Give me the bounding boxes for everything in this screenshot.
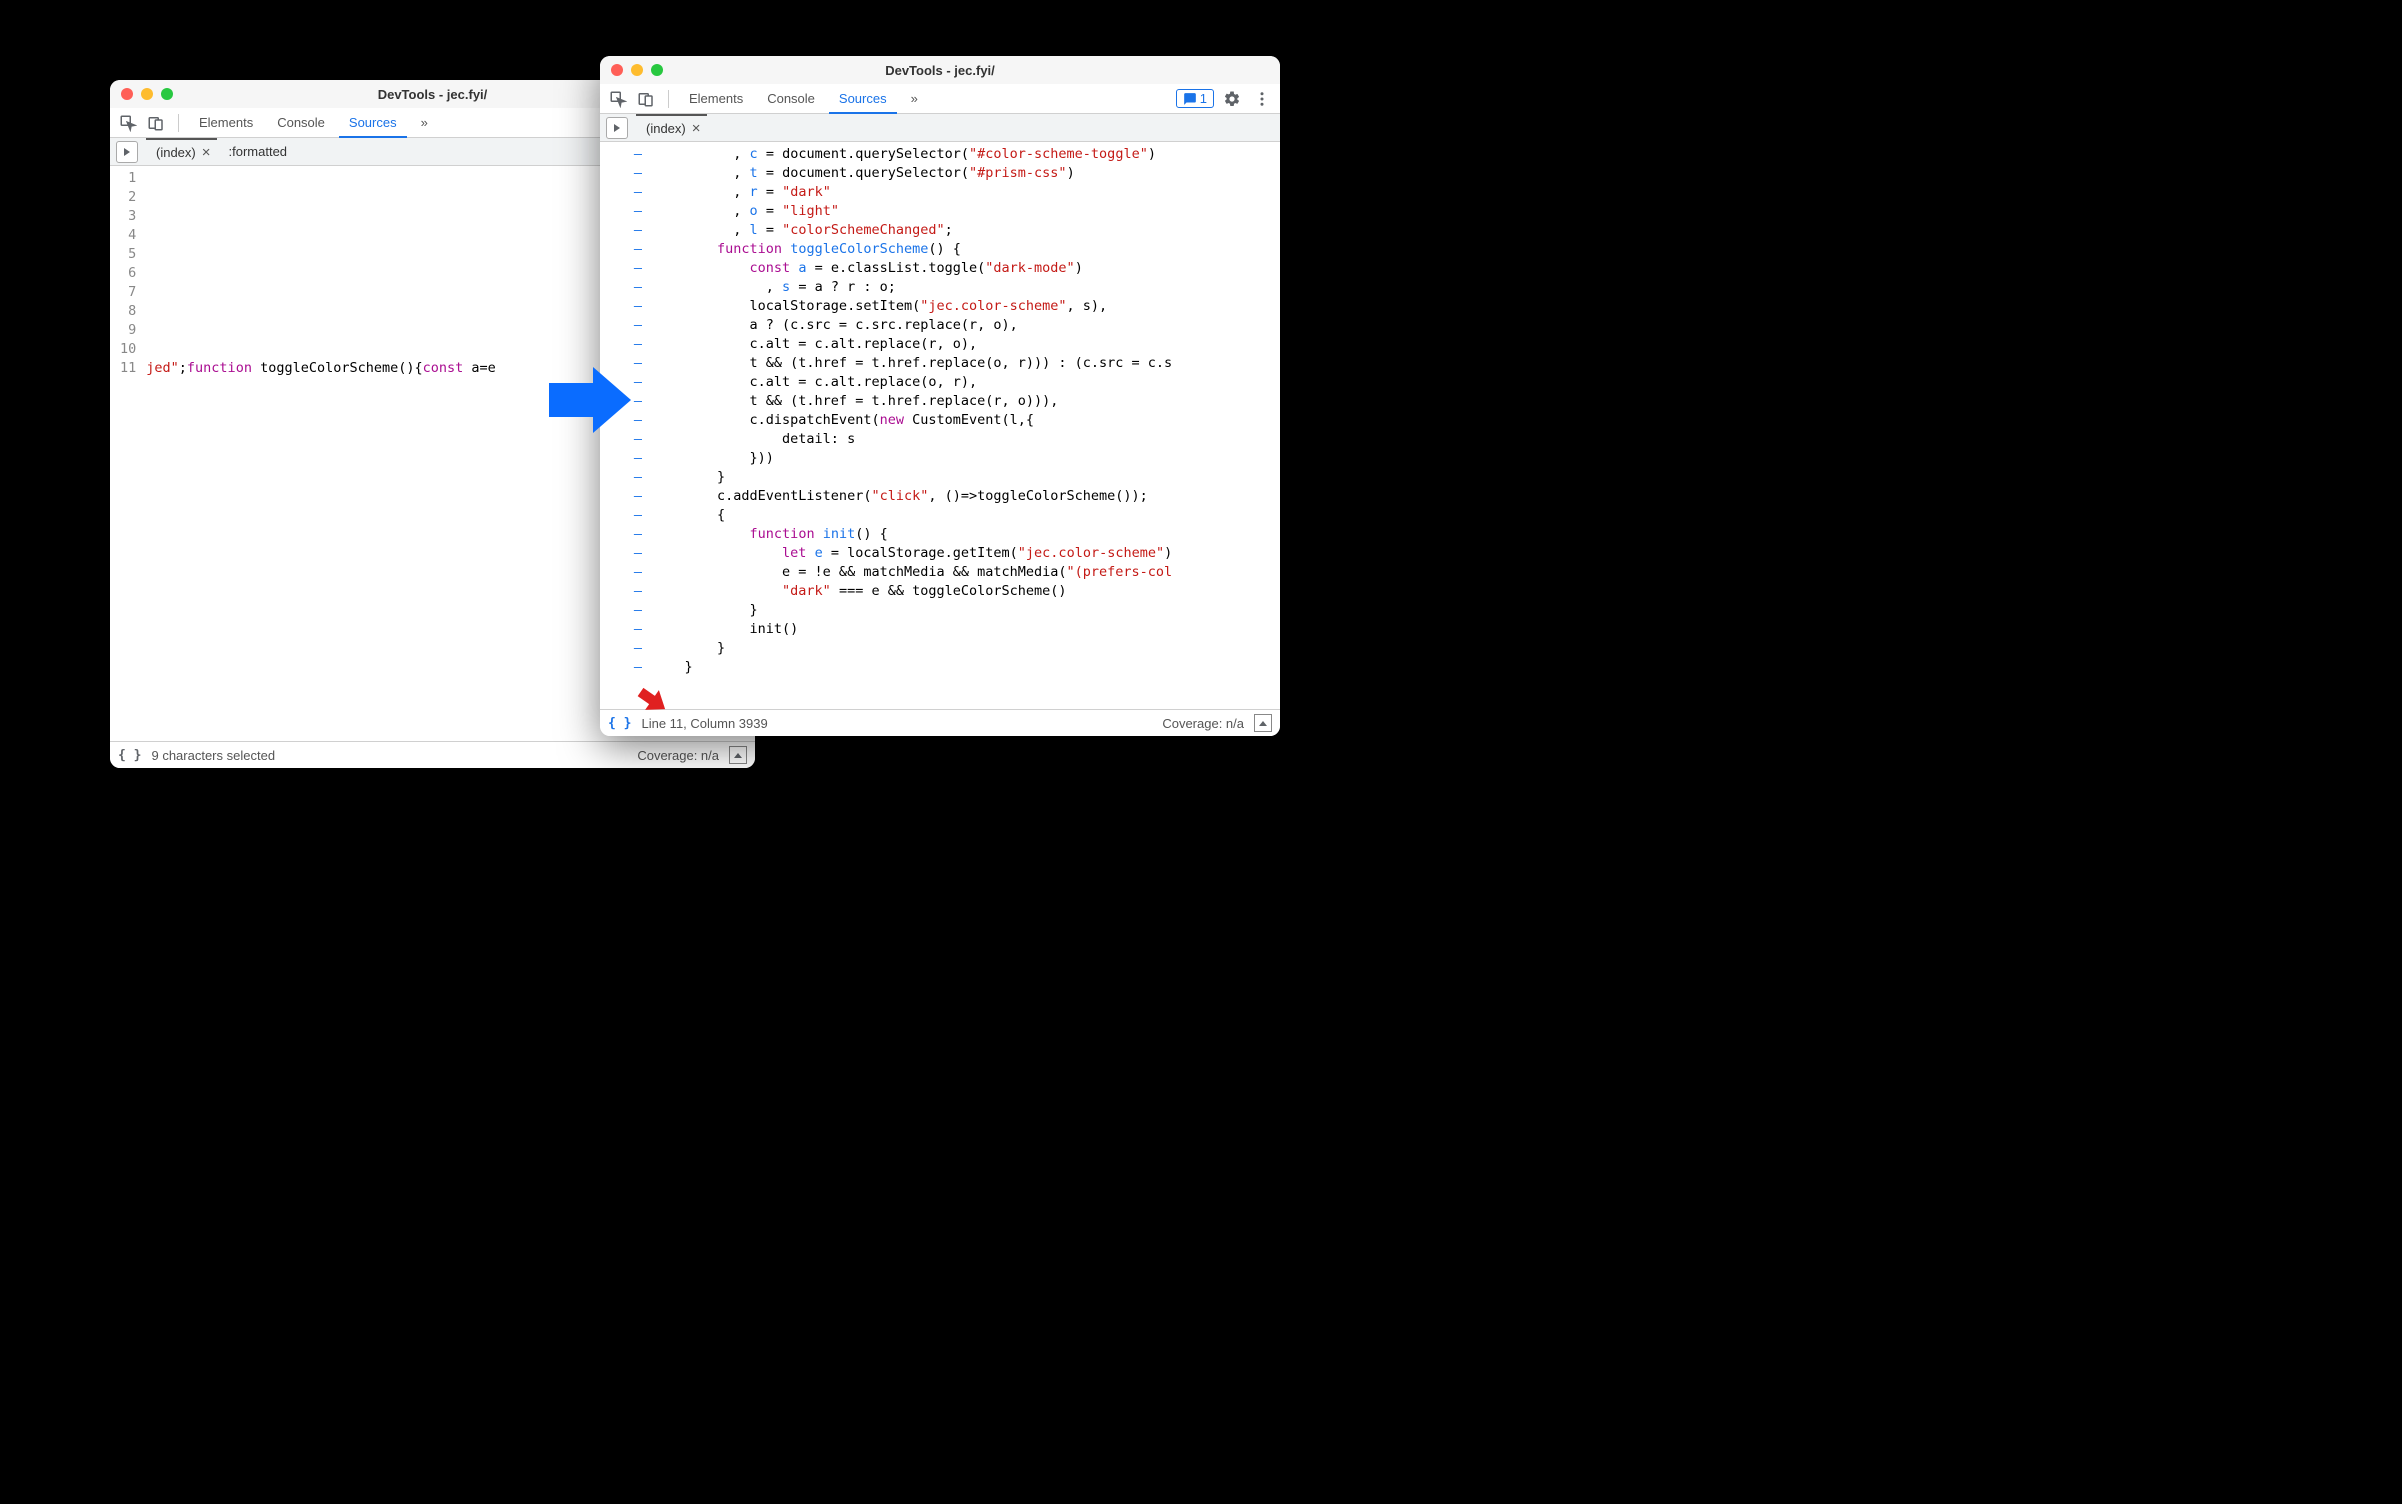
code-editor[interactable]: – – – – – – – – – – – – – – – – – – – – … xyxy=(600,142,1280,709)
code-content[interactable]: jed";function toggleColorScheme(){const … xyxy=(142,166,496,741)
more-options-icon[interactable] xyxy=(1250,87,1274,111)
file-tab-index[interactable]: (index) × xyxy=(636,114,707,142)
pretty-print-button[interactable]: { } xyxy=(608,716,631,731)
traffic-lights xyxy=(611,64,663,76)
file-tab-label: (index) xyxy=(156,139,196,167)
file-tab-label: :formatted xyxy=(229,138,288,166)
navigator-toggle-icon[interactable] xyxy=(606,117,628,139)
titlebar: DevTools - jec.fyi/ xyxy=(600,56,1280,84)
tab-sources[interactable]: Sources xyxy=(829,84,897,114)
tab-more[interactable]: » xyxy=(411,108,438,138)
tab-more[interactable]: » xyxy=(901,84,928,114)
tab-console[interactable]: Console xyxy=(267,108,335,138)
coverage-status: Coverage: n/a xyxy=(1162,716,1244,731)
settings-icon[interactable] xyxy=(1220,87,1244,111)
device-toggle-icon[interactable] xyxy=(634,87,658,111)
close-window-button[interactable] xyxy=(611,64,623,76)
inspect-element-icon[interactable] xyxy=(116,111,140,135)
inspect-element-icon[interactable] xyxy=(606,87,630,111)
issues-count: 1 xyxy=(1200,91,1207,106)
separator xyxy=(668,90,669,108)
coverage-status: Coverage: n/a xyxy=(637,748,719,763)
collapse-pane-icon[interactable] xyxy=(1254,714,1272,732)
window-title: DevTools - jec.fyi/ xyxy=(600,63,1280,78)
tab-console[interactable]: Console xyxy=(757,84,825,114)
separator xyxy=(178,114,179,132)
tab-elements[interactable]: Elements xyxy=(189,108,263,138)
tab-sources[interactable]: Sources xyxy=(339,108,407,138)
code-content[interactable]: , c = document.querySelector("#color-sch… xyxy=(648,142,1172,709)
close-tab-icon[interactable]: × xyxy=(692,121,701,136)
device-toggle-icon[interactable] xyxy=(144,111,168,135)
tab-elements[interactable]: Elements xyxy=(679,84,753,114)
minimize-window-button[interactable] xyxy=(631,64,643,76)
collapse-pane-icon[interactable] xyxy=(729,746,747,764)
navigator-toggle-icon[interactable] xyxy=(116,141,138,163)
maximize-window-button[interactable] xyxy=(161,88,173,100)
status-bar: { } 9 characters selected Coverage: n/a xyxy=(110,741,755,768)
minimize-window-button[interactable] xyxy=(141,88,153,100)
file-tabs-bar: (index) × xyxy=(600,114,1280,142)
main-toolbar: Elements Console Sources » 1 xyxy=(600,84,1280,114)
file-tab-index[interactable]: (index) × xyxy=(146,138,217,166)
pretty-print-button[interactable]: { } xyxy=(118,748,141,763)
line-number-gutter: 1 2 3 4 5 6 7 8 9 10 11 xyxy=(110,166,142,741)
close-window-button[interactable] xyxy=(121,88,133,100)
file-tab-formatted[interactable]: :formatted xyxy=(219,138,294,166)
issues-badge[interactable]: 1 xyxy=(1176,89,1214,108)
maximize-window-button[interactable] xyxy=(651,64,663,76)
status-bar: { } Line 11, Column 3939 Coverage: n/a xyxy=(600,709,1280,736)
devtools-window-right: DevTools - jec.fyi/ Elements Console Sou… xyxy=(600,56,1280,736)
traffic-lights xyxy=(121,88,173,100)
selection-status: 9 characters selected xyxy=(151,748,275,763)
file-tab-label: (index) xyxy=(646,115,686,143)
close-tab-icon[interactable]: × xyxy=(202,145,211,160)
